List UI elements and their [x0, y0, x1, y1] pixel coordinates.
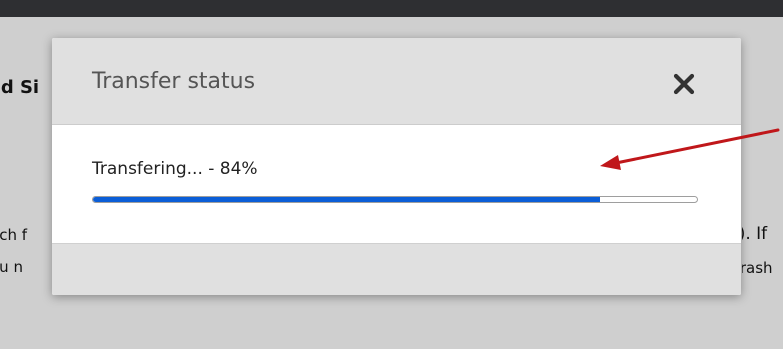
close-x-icon [673, 73, 695, 95]
progress-label: Transfering... - 84% [92, 159, 258, 179]
close-button[interactable] [664, 64, 704, 104]
dialog-body: Transfering... - 84% [52, 125, 741, 243]
dialog-footer [52, 243, 741, 295]
progress-bar [92, 196, 698, 203]
background-text-left-1: ach f [0, 226, 27, 244]
background-text-left-2: ou n [0, 258, 23, 276]
progress-bar-fill [93, 197, 601, 202]
dialog-title: Transfer status [92, 69, 256, 94]
app-top-bar [0, 0, 783, 17]
background-heading: nd Si [0, 77, 40, 98]
dialog-header: Transfer status [52, 38, 741, 125]
background-text-right-2: trash [742, 259, 773, 277]
background-text-right-1: l). If [742, 224, 768, 244]
transfer-status-dialog: Transfer status Transfering... - 84% [52, 38, 741, 295]
